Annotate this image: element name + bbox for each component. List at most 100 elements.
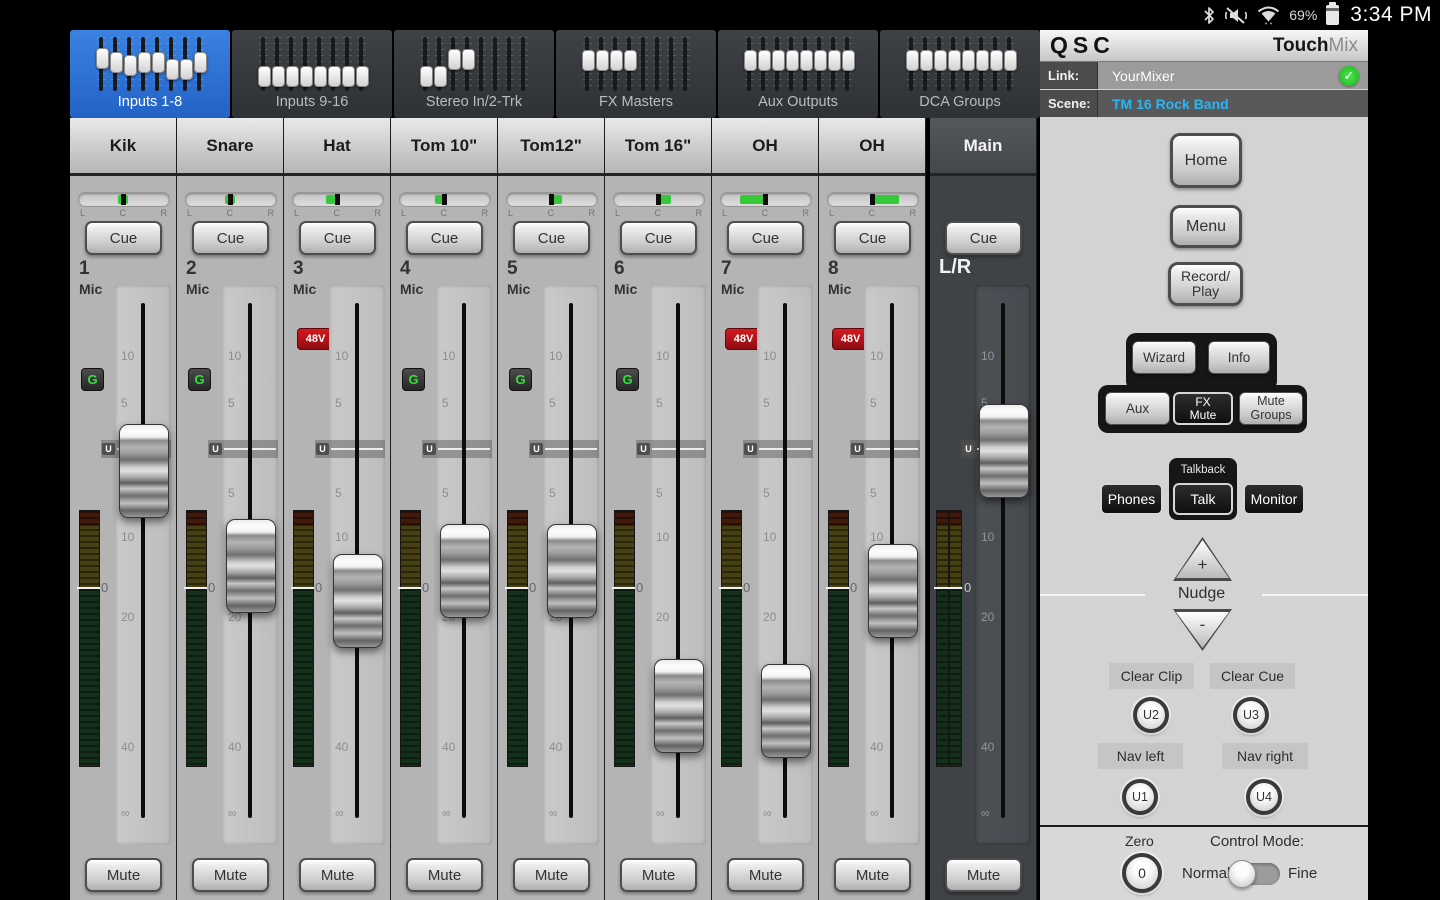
- fader-handle[interactable]: [654, 659, 704, 753]
- nudge-down-button[interactable]: -: [1173, 609, 1232, 651]
- fx-mute-button[interactable]: FX Mute: [1173, 392, 1233, 425]
- menu-button[interactable]: Menu: [1170, 205, 1242, 248]
- fader-track[interactable]: 1055102040∞U: [436, 285, 492, 845]
- meter-clip-zone: [937, 511, 948, 526]
- fader-track[interactable]: 1055102040∞U: [650, 285, 706, 845]
- info-button[interactable]: Info: [1208, 341, 1270, 374]
- pan-indicator[interactable]: [78, 192, 170, 207]
- mute-button[interactable]: Mute: [620, 858, 697, 892]
- fader-track[interactable]: 1055102040∞U: [222, 285, 278, 845]
- pan-scale-label: R: [695, 208, 702, 218]
- control-mode-toggle[interactable]: [1230, 863, 1280, 885]
- meter-zero-label: 0: [850, 580, 857, 595]
- nav-left-button[interactable]: Nav left: [1098, 743, 1183, 769]
- cue-button[interactable]: Cue: [945, 221, 1022, 255]
- level-meter-right: [949, 510, 962, 767]
- fader-handle[interactable]: [440, 524, 490, 618]
- level-meter-left: [936, 510, 949, 767]
- cue-button[interactable]: Cue: [727, 221, 804, 255]
- pan-fill: [740, 195, 765, 204]
- sound-off-icon: [1224, 6, 1248, 25]
- scene-value[interactable]: TM 16 Rock Band: [1112, 96, 1229, 112]
- nudge-up-button[interactable]: +: [1173, 537, 1232, 581]
- talk-button[interactable]: Talk: [1173, 483, 1233, 515]
- level-meter: [186, 510, 207, 767]
- aux-button[interactable]: Aux: [1105, 392, 1170, 425]
- pan-indicator[interactable]: [399, 192, 491, 207]
- channel-name[interactable]: Main: [930, 118, 1036, 176]
- fader-scale-label: 40: [335, 740, 348, 754]
- user-button-u1[interactable]: U1: [1122, 779, 1158, 815]
- fader-track[interactable]: 1055102040∞U: [329, 285, 385, 845]
- cue-button[interactable]: Cue: [406, 221, 483, 255]
- pan-indicator[interactable]: [185, 192, 277, 207]
- link-value[interactable]: YourMixer: [1112, 68, 1339, 84]
- wizard-button[interactable]: Wizard: [1132, 341, 1196, 374]
- level-meter: [507, 510, 528, 767]
- cue-button[interactable]: Cue: [834, 221, 911, 255]
- clear-clip-button[interactable]: Clear Clip: [1109, 663, 1194, 689]
- fader-handle[interactable]: [547, 524, 597, 618]
- fader-handle[interactable]: [226, 519, 276, 613]
- mute-button[interactable]: Mute: [834, 858, 911, 892]
- fader-scale-label: 20: [763, 610, 776, 624]
- fader-handle[interactable]: [979, 404, 1029, 498]
- pan-indicator[interactable]: [720, 192, 812, 207]
- mute-button[interactable]: Mute: [299, 858, 376, 892]
- mute-groups-button[interactable]: Mute Groups: [1239, 392, 1303, 425]
- channel-name[interactable]: Tom 10": [391, 118, 497, 176]
- fader-track[interactable]: 1055102040∞U: [975, 285, 1031, 845]
- channel-name[interactable]: Kik: [70, 118, 176, 176]
- user-button-u4[interactable]: U4: [1246, 779, 1282, 815]
- pan-indicator[interactable]: [613, 192, 705, 207]
- mute-button[interactable]: Mute: [727, 858, 804, 892]
- fader-scale-label: ∞: [763, 806, 772, 820]
- fader-track[interactable]: 1055102040∞U: [543, 285, 599, 845]
- cue-button[interactable]: Cue: [513, 221, 590, 255]
- fader-handle[interactable]: [761, 664, 811, 758]
- fader-track[interactable]: 1055102040∞U: [115, 285, 171, 845]
- fader-scale-label: 5: [656, 396, 663, 410]
- user-button-u2[interactable]: U2: [1133, 697, 1169, 733]
- cue-button[interactable]: Cue: [192, 221, 269, 255]
- monitor-button[interactable]: Monitor: [1243, 483, 1305, 515]
- user-button-u3[interactable]: U3: [1233, 697, 1269, 733]
- channel-name[interactable]: OH: [819, 118, 925, 176]
- mute-button[interactable]: Mute: [945, 858, 1022, 892]
- pan-indicator[interactable]: [506, 192, 598, 207]
- mute-button[interactable]: Mute: [513, 858, 590, 892]
- fader-track[interactable]: 1055102040∞U: [864, 285, 920, 845]
- scene-label: Scene:: [1040, 90, 1098, 117]
- cue-button[interactable]: Cue: [620, 221, 697, 255]
- channel-source-label: Mic: [507, 281, 530, 297]
- mute-button[interactable]: Mute: [192, 858, 269, 892]
- fader-handle[interactable]: [119, 424, 169, 518]
- clear-cue-button[interactable]: Clear Cue: [1210, 663, 1295, 689]
- channel-name[interactable]: Tom 16": [605, 118, 711, 176]
- pan-position-marker: [335, 194, 340, 205]
- record-play-button[interactable]: Record/ Play: [1168, 262, 1243, 306]
- fader-slot: [141, 303, 145, 818]
- channel-name[interactable]: Tom12": [498, 118, 604, 176]
- fader-track[interactable]: 1055102040∞U: [757, 285, 813, 845]
- fader-scale-label: 10: [656, 530, 669, 544]
- nav-right-button[interactable]: Nav right: [1222, 743, 1308, 769]
- fader-handle[interactable]: [868, 544, 918, 638]
- mute-button[interactable]: Mute: [406, 858, 483, 892]
- channel-name[interactable]: OH: [712, 118, 818, 176]
- phones-button[interactable]: Phones: [1100, 483, 1163, 515]
- mute-button[interactable]: Mute: [85, 858, 162, 892]
- fader-handle[interactable]: [333, 554, 383, 648]
- fader-scale-label: 20: [656, 610, 669, 624]
- zero-button[interactable]: 0: [1122, 853, 1162, 893]
- home-button[interactable]: Home: [1170, 133, 1242, 188]
- pan-position-marker: [442, 194, 447, 205]
- cue-button[interactable]: Cue: [85, 221, 162, 255]
- pan-indicator[interactable]: [292, 192, 384, 207]
- cue-button[interactable]: Cue: [299, 221, 376, 255]
- meter-zero-tick: [826, 587, 849, 589]
- pan-indicator[interactable]: [827, 192, 919, 207]
- channel-name[interactable]: Hat: [284, 118, 390, 176]
- pan-scale-label: L: [829, 208, 834, 218]
- channel-name[interactable]: Snare: [177, 118, 283, 176]
